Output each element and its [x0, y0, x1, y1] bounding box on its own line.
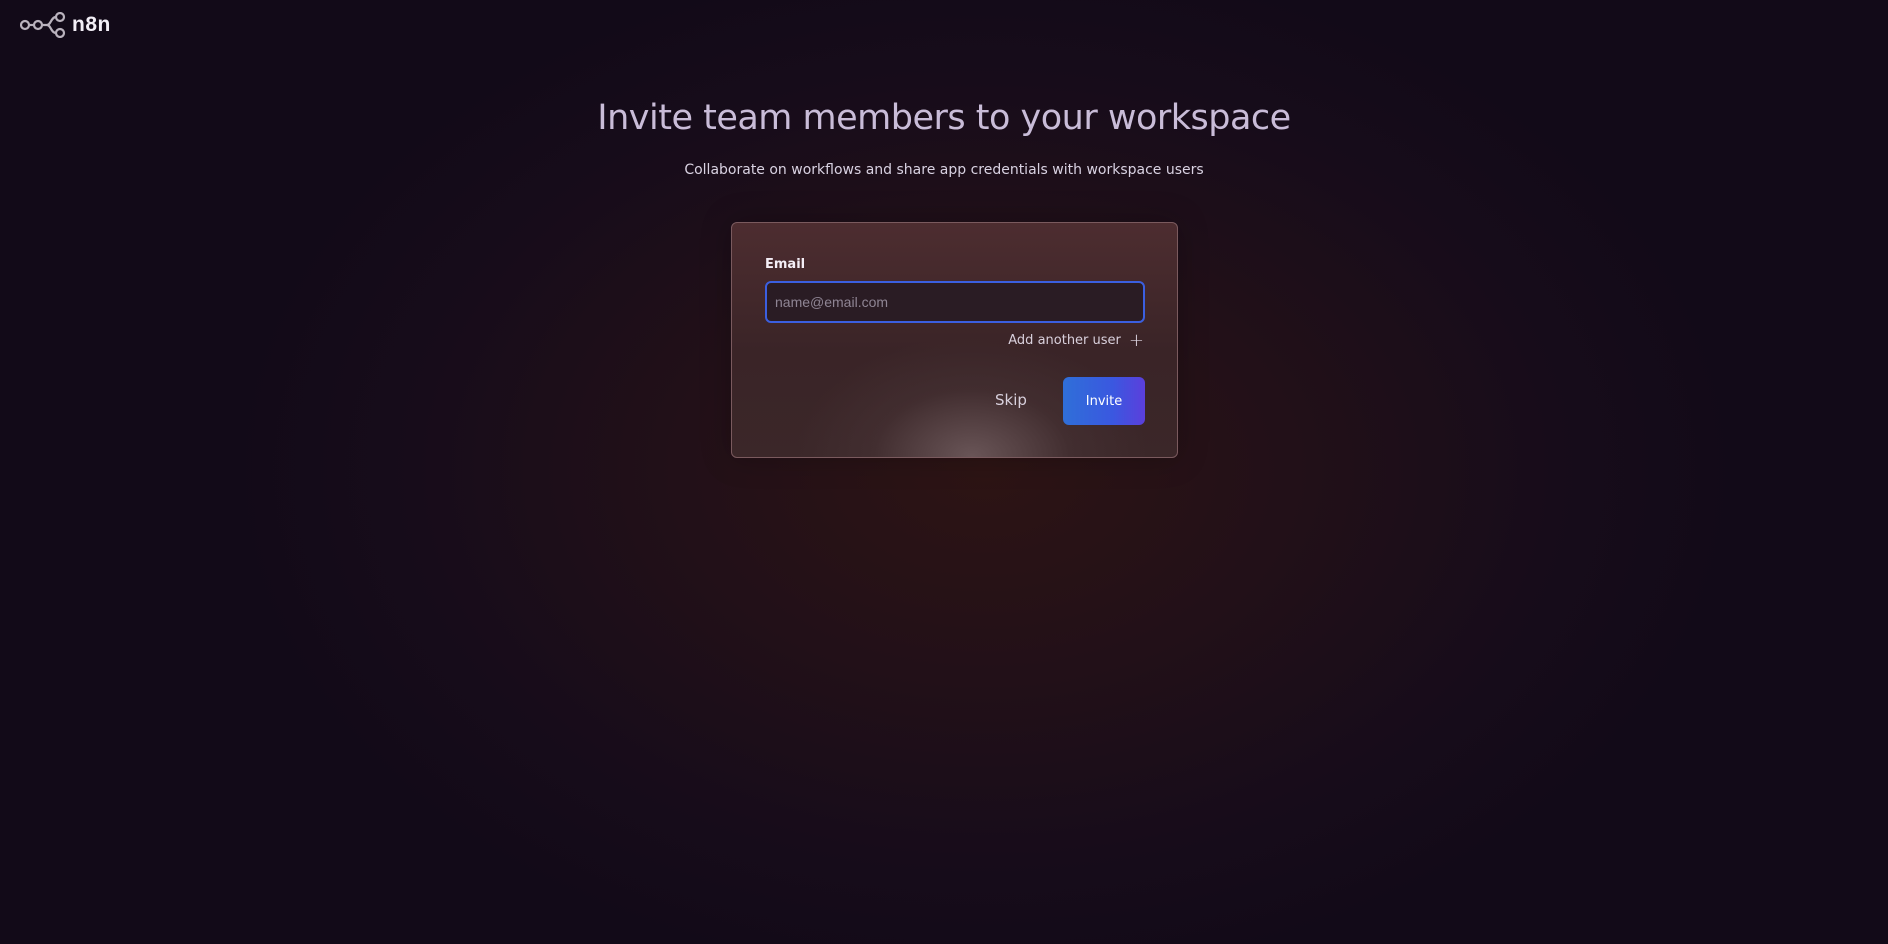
add-user-label: Add another user [1008, 333, 1121, 348]
invite-card: Email Add another user + Skip Invite [731, 222, 1178, 458]
invite-button[interactable]: Invite [1063, 377, 1145, 425]
email-label: Email [765, 257, 806, 272]
page-title: Invite team members to your workspace [597, 98, 1291, 138]
n8n-logo-icon [20, 12, 68, 38]
page-subtitle: Collaborate on workflows and share app c… [684, 162, 1204, 178]
skip-button[interactable]: Skip [995, 391, 1027, 409]
add-another-user-button[interactable]: Add another user + [1008, 329, 1144, 351]
plus-icon: + [1128, 329, 1144, 351]
email-field[interactable] [765, 281, 1145, 323]
app-logo[interactable]: n8n [20, 12, 111, 38]
logo-text: n8n [72, 13, 111, 36]
